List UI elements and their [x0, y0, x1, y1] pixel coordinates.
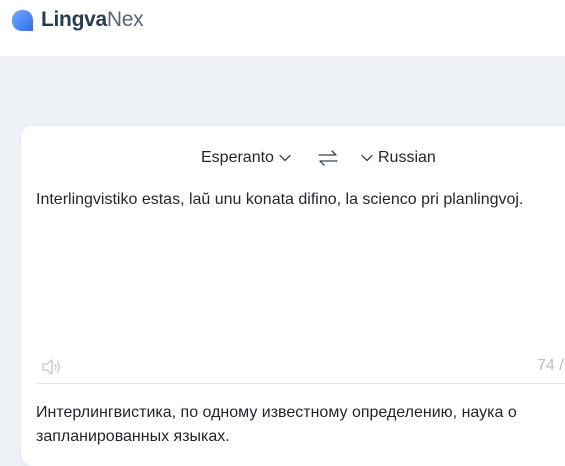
swap-icon[interactable] [317, 149, 339, 167]
divider [36, 383, 565, 384]
source-language-label: Esperanto [201, 149, 274, 166]
source-language-select[interactable]: Esperanto [201, 146, 291, 170]
translator-card: Esperanto Russian Interlingvistiko estas… [21, 126, 565, 466]
lingvanex-logo[interactable]: LingvaNex [11, 7, 144, 33]
logo-bubble-icon [11, 9, 34, 31]
source-text-input[interactable]: Interlingvistiko estas, laŭ unu konata d… [36, 188, 565, 212]
chevron-down-icon [361, 154, 373, 162]
speaker-icon[interactable] [41, 357, 65, 377]
chevron-down-icon [279, 154, 291, 162]
target-language-select[interactable]: Russian [361, 146, 436, 170]
logo-text-nex: Nex [106, 8, 144, 31]
translation-output: Интерлингвистика, по одному известному о… [36, 404, 517, 445]
header: LingvaNex [0, 0, 565, 56]
language-bar: Esperanto Russian [21, 146, 565, 170]
target-language-label: Russian [378, 149, 436, 166]
logo-text: LingvaNex [41, 7, 144, 33]
character-count: 74 / [537, 357, 564, 374]
logo-text-lingva: Lingva [41, 8, 107, 31]
